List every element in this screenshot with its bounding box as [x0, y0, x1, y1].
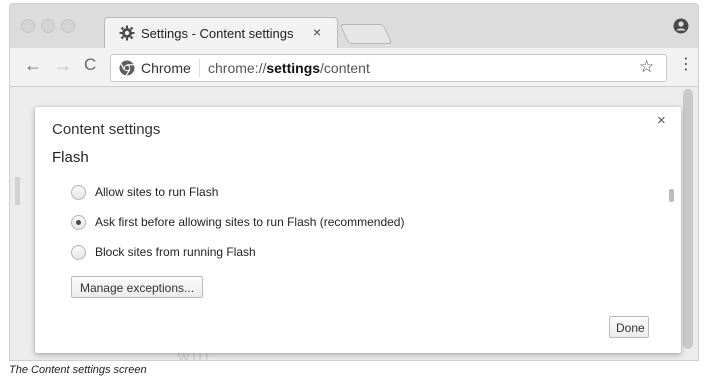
browser-toolbar: ← → C Chrome chrome://settings/content ☆… [10, 48, 698, 87]
close-icon[interactable]: × [657, 112, 666, 129]
radio-button[interactable] [71, 245, 86, 260]
bookmark-star-icon[interactable]: ☆ [639, 57, 654, 77]
radio-button-checked[interactable] [71, 215, 86, 230]
tab-settings[interactable]: Settings - Content settings × [104, 17, 338, 49]
tab-strip: Settings - Content settings × [10, 4, 698, 49]
new-tab-button[interactable] [339, 24, 393, 44]
done-button[interactable]: Done [609, 316, 649, 338]
profile-icon[interactable] [673, 18, 689, 34]
section-title-flash: Flash [52, 149, 89, 166]
chrome-icon [119, 60, 135, 76]
browser-window: Settings - Content settings × ← → C Chro… [9, 3, 699, 361]
reload-button[interactable]: C [84, 55, 96, 75]
radio-label[interactable]: Ask first before allowing sites to run F… [95, 215, 404, 229]
tab-title: Settings - Content settings [141, 26, 294, 41]
close-window-button[interactable] [21, 19, 35, 33]
manage-exceptions-button[interactable]: Manage exceptions... [71, 276, 203, 298]
figure-caption: The Content settings screen [9, 364, 147, 376]
radio-label[interactable]: Allow sites to run Flash [95, 185, 218, 199]
page-scrollbar[interactable] [683, 89, 693, 349]
tab-close-icon[interactable]: × [313, 24, 321, 40]
omnibox-separator [199, 59, 200, 77]
zoom-window-button[interactable] [61, 19, 75, 33]
radio-button[interactable] [71, 185, 86, 200]
page-edge-marker [15, 177, 20, 205]
site-chip-label: Chrome [141, 60, 191, 76]
dialog-scrollbar[interactable] [669, 189, 674, 202]
gear-icon [119, 25, 135, 41]
minimize-window-button[interactable] [41, 19, 55, 33]
dialog-title: Content settings [52, 121, 161, 138]
forward-button[interactable]: → [54, 55, 72, 75]
menu-icon[interactable]: ⋮ [678, 56, 694, 74]
radio-label[interactable]: Block sites from running Flash [95, 245, 256, 259]
back-button[interactable]: ← [24, 55, 42, 75]
page-content: W l t t Content settings × Flash Allow s… [10, 87, 698, 360]
url-text: chrome://settings/content [208, 60, 370, 76]
address-bar[interactable]: Chrome chrome://settings/content ☆ [110, 54, 667, 82]
content-settings-dialog: Content settings × Flash Allow sites to … [35, 107, 681, 353]
